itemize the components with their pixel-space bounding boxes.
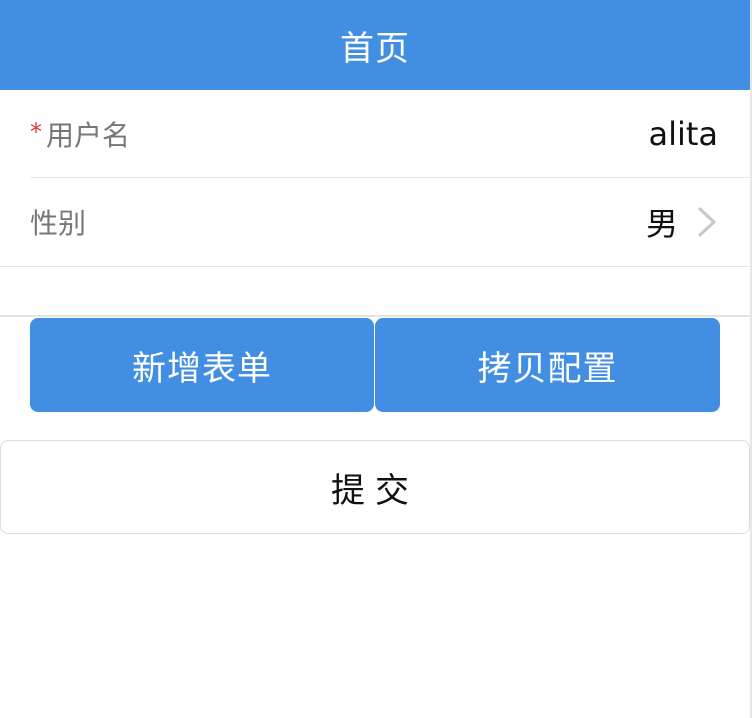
username-field-row[interactable]: * 用户名 alita: [30, 90, 750, 178]
chevron-right-icon: [696, 205, 718, 239]
copy-config-button[interactable]: 拷贝配置: [375, 318, 720, 412]
form-panel: * 用户名 alita 性别 男: [0, 90, 750, 317]
gender-value-group[interactable]: 男: [646, 199, 718, 245]
gender-value[interactable]: 男: [646, 199, 678, 245]
page-title: 首页: [340, 28, 410, 69]
submit-button[interactable]: 提交: [0, 440, 750, 534]
form-spacer: [0, 267, 750, 317]
gender-picker-row[interactable]: 性别 男: [0, 178, 750, 267]
username-label: 用户名: [46, 118, 131, 152]
username-value[interactable]: alita: [648, 115, 718, 153]
app-page: 首页 * 用户名 alita 性别 男 新增表单 拷贝配置 提交: [0, 0, 752, 718]
required-mark: *: [30, 117, 42, 146]
action-button-row: 新增表单 拷贝配置: [0, 318, 750, 412]
username-label-group: * 用户名: [30, 114, 130, 154]
navigation-bar: 首页: [0, 0, 750, 90]
add-form-button[interactable]: 新增表单: [30, 318, 374, 412]
gender-label: 性别: [30, 207, 87, 240]
